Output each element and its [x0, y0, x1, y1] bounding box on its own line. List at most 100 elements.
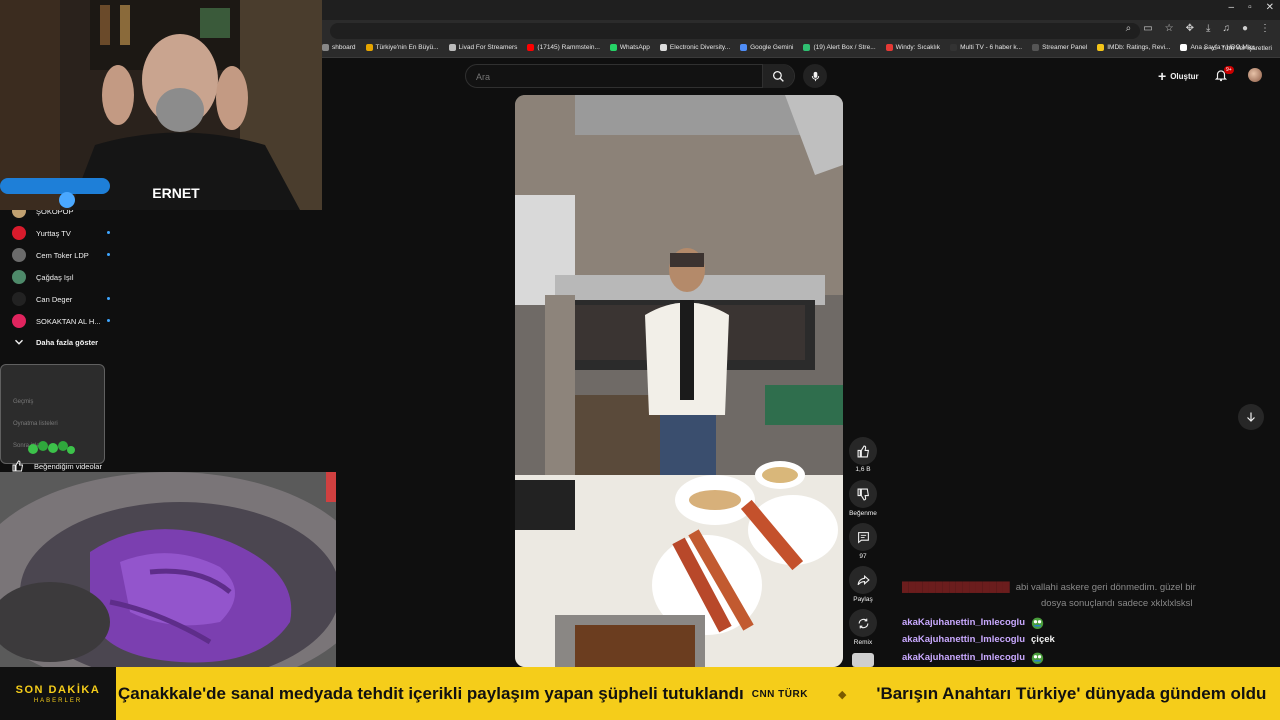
bookmark-item[interactable]: Windy: Sıcaklık [885, 44, 940, 51]
chat-message-faded-continued: dosya sonuçlandı sadece xklxlxlsksl [1041, 598, 1193, 609]
channel-avatar [12, 248, 26, 262]
ghost-history: Geçmiş [13, 399, 34, 405]
sidebar-item-channel[interactable]: SOKAKTAN AL H... [12, 312, 116, 330]
channel-avatar [12, 226, 26, 240]
share-label: Paylaş [853, 596, 873, 603]
like-count: 1,6 B [855, 466, 871, 473]
diamond-separator-icon: ◆ [837, 688, 847, 701]
thumbs-down-icon [857, 488, 869, 500]
search-box[interactable] [465, 64, 795, 88]
star-icon[interactable]: ☆ [1165, 23, 1174, 34]
bookmark-item[interactable]: WhatsApp [609, 44, 650, 51]
headline-source: CNN TÜRK [751, 688, 808, 700]
sidebar-item-channel[interactable]: Çağdaş Işıl [12, 268, 116, 286]
webcam-overlay-bottom [0, 472, 336, 667]
bookmark-favicon-icon [740, 44, 748, 51]
bookmark-label: (17145) Rammstein... [537, 44, 600, 51]
chat-faded-text-2: dosya sonuçlandı sadece xklxlxlsksl [1041, 598, 1193, 609]
comment-count: 97 [859, 553, 867, 560]
chat-message: akaKajuhanettin_Imlecoglu [902, 651, 1044, 664]
clover-emblem-icon [28, 441, 75, 454]
show-more-button[interactable]: Daha fazla göster [12, 333, 116, 351]
bookmark-item[interactable]: Electronic Diversity... [659, 44, 730, 51]
cast-icon[interactable]: ▭ [1143, 23, 1152, 34]
streamer-webcam-image: ERNET [0, 0, 322, 210]
search-input[interactable] [476, 69, 756, 85]
channel-avatar [12, 314, 26, 328]
bookmark-label: Türkiye'nin En Büyü... [375, 44, 439, 51]
chat-message: akaKajuhanettin_Imlecoglu [902, 616, 1044, 629]
extensions-icon[interactable]: ✥ [1186, 23, 1194, 34]
profile-icon[interactable]: ● [1242, 23, 1248, 34]
chat-username: akaKajuhanettin_Imlecoglu [902, 617, 1026, 628]
bookmark-label: Streamer Panel [1042, 44, 1088, 51]
kebab-shop-video-frame [515, 95, 843, 667]
arrow-down-icon [1247, 412, 1255, 422]
bookmark-favicon-icon [1097, 44, 1105, 51]
avatar[interactable] [1248, 68, 1262, 82]
screen: – ▫ ✕ ⌕ ▭ ☆ ✥ ⤓ ♫ ● ⋮ shboard Türkiye'nin… [0, 0, 1280, 720]
channel-name: Cem Toker LDP [36, 250, 89, 260]
liked-label: Beğendiğim videolar [34, 461, 102, 471]
window-controls: – ▫ ✕ [1229, 2, 1275, 13]
remix-button[interactable] [849, 609, 877, 637]
dislike-label: Beğenme [849, 510, 877, 517]
bookmark-favicon-icon [950, 44, 958, 51]
comments-button[interactable] [849, 523, 877, 551]
bookmark-item[interactable]: Türkiye'nin En Büyü... [365, 44, 439, 51]
menu-icon[interactable]: ⋮ [1260, 23, 1270, 34]
all-bookmarks[interactable]: » ▭ Tüm Yer İşaretleri [1203, 44, 1272, 53]
bookmark-favicon-icon [322, 44, 329, 51]
voice-search-button[interactable] [803, 64, 827, 88]
pepe-emote-icon [1031, 652, 1044, 664]
headline-2: 'Barışın Anahtarı Türkiye' dünyada günde… [876, 684, 1267, 703]
bookmark-item[interactable]: Livad For Streamers [448, 44, 517, 51]
media-icon[interactable]: ♫ [1222, 23, 1230, 34]
sidebar-item-channel[interactable]: Can Deger [12, 290, 116, 308]
ticker-headlines: Çanakkale'de sanal medyada tehdit içerik… [118, 684, 1266, 704]
bookmark-item[interactable]: Multi TV - 6 haber k... [950, 44, 1022, 51]
chevron-double-icon[interactable]: » [1203, 45, 1207, 52]
bookmark-item[interactable]: (17145) Rammstein... [527, 44, 600, 51]
bookmark-item[interactable]: IMDb: Ratings, Revi... [1097, 44, 1170, 51]
bookmark-favicon-icon [365, 44, 373, 51]
logo-sub-text: HABERLER [33, 697, 83, 704]
address-bar[interactable] [330, 23, 1140, 39]
close-icon[interactable]: ✕ [1266, 2, 1274, 13]
share-button[interactable] [849, 566, 877, 594]
channel-name: Yurttaş TV [36, 228, 71, 238]
sound-thumbnail[interactable] [852, 653, 874, 667]
bookmark-favicon-icon [448, 44, 456, 51]
next-short-button[interactable] [1238, 404, 1264, 430]
bookmark-item[interactable]: Google Gemini [740, 44, 793, 51]
like-button[interactable] [849, 437, 877, 465]
download-icon[interactable]: ⤓ [1206, 23, 1210, 34]
overlay-widget-frame: Geçmiş Oynatma listeleri Sonra izle [0, 364, 105, 464]
remix-label: Remix [853, 639, 873, 646]
short-video-player[interactable] [515, 95, 843, 667]
bookmark-favicon-icon [527, 44, 535, 51]
ghost-playlists: Oynatma listeleri [13, 421, 58, 427]
plus-icon: + [1158, 68, 1167, 84]
search-icon [772, 70, 784, 82]
minimize-icon[interactable]: – [1229, 2, 1235, 13]
show-more-label: Daha fazla göster [36, 337, 99, 347]
bookmark-item[interactable]: Streamer Panel [1032, 44, 1087, 51]
bookmark-item[interactable]: shboard [322, 44, 356, 51]
channel-name: Çağdaş Işıl [36, 272, 74, 282]
shirt-logo: ERNET [152, 185, 200, 201]
bookmark-favicon-icon [803, 44, 811, 51]
maximize-icon[interactable]: ▫ [1248, 2, 1252, 13]
pet-bed-webcam-image [0, 472, 336, 667]
toolbar-icons: ⌕ ▭ ☆ ✥ ⤓ ♫ ● ⋮ [1126, 23, 1270, 34]
chat-username: akaKajuhanettin_Imlecoglu [902, 634, 1026, 645]
bookmark-favicon-icon [609, 44, 617, 51]
dislike-button[interactable] [849, 480, 877, 508]
bookmark-item[interactable]: (19) Alert Box / Stre... [803, 44, 876, 51]
sidebar-item-channel[interactable]: Cem Toker LDP [12, 246, 116, 264]
zoom-icon[interactable]: ⌕ [1126, 23, 1132, 34]
create-button[interactable]: + Oluştur [1150, 66, 1207, 86]
sidebar-item-channel[interactable]: Yurttaş TV [12, 224, 116, 242]
bookmark-label: (19) Alert Box / Stre... [813, 44, 876, 51]
search-button[interactable] [762, 64, 794, 88]
